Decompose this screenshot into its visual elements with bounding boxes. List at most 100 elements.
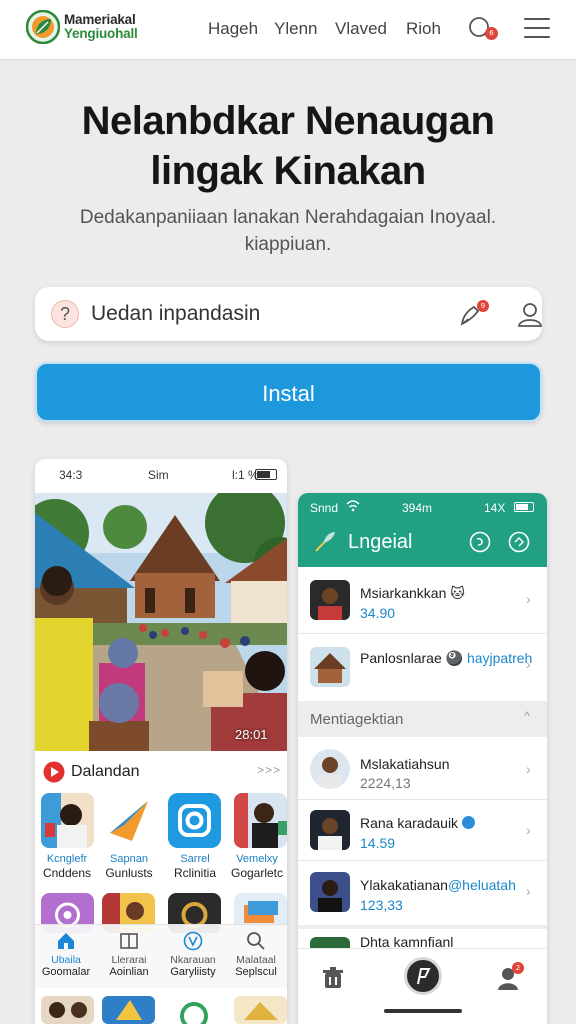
chat-button[interactable]: 6 bbox=[468, 16, 498, 44]
nav-link-2[interactable]: Ylenn bbox=[274, 19, 317, 39]
app-label-2: Sapnan Gunlusts bbox=[98, 852, 160, 880]
list-item-meta: 123,33 bbox=[360, 897, 403, 913]
app-tile-row3-4[interactable] bbox=[234, 996, 287, 1024]
app-tile-1-person-photo[interactable] bbox=[41, 793, 94, 848]
list-item-thumbnail bbox=[310, 647, 350, 687]
nav-link-1[interactable]: Hageh bbox=[208, 19, 258, 39]
bottom-nav-home-line1: Ubaila bbox=[51, 954, 81, 966]
nav-link-4[interactable]: Rioh bbox=[406, 19, 441, 39]
bottom-nav-item-library[interactable]: Llerarai Aoinlian bbox=[98, 931, 160, 978]
app-label-3: Sarrel Rclinitia bbox=[164, 852, 226, 880]
compose-button[interactable] bbox=[404, 957, 442, 995]
home-icon bbox=[58, 933, 74, 949]
app-label-1-line2: Cnddens bbox=[42, 866, 92, 880]
video-title[interactable]: Dalandan bbox=[71, 763, 140, 781]
app-tile-4-person-photo[interactable] bbox=[234, 793, 287, 848]
list-item[interactable]: Mslakatiahsun 2224,13 › bbox=[298, 739, 547, 799]
page-subtitle: Dedakanpaniiaan lanakan Nerahdagaian Ino… bbox=[79, 207, 497, 255]
status-right-text: 14X bbox=[484, 501, 506, 515]
avatar bbox=[310, 872, 350, 912]
list-item[interactable]: Msiarkankkan 🐱 34.90 › bbox=[298, 567, 547, 633]
app-label-1: Kcnglefr Cnddens bbox=[36, 852, 98, 880]
profile-button[interactable]: 2 bbox=[496, 962, 524, 991]
app-label-1-line1: Kcnglefr bbox=[46, 853, 88, 865]
list-item-meta: 34.90 bbox=[360, 605, 396, 621]
quill-icon[interactable] bbox=[312, 529, 338, 555]
bottom-nav-search-line2: Seplscul bbox=[235, 966, 277, 978]
app-title: Lngeial bbox=[348, 531, 413, 553]
user-profile-icon[interactable] bbox=[516, 301, 544, 329]
home-indicator bbox=[384, 1009, 462, 1013]
bottom-nav-v-line2: Garyliisty bbox=[170, 966, 216, 978]
bottom-nav-v-line1: Nkarauan bbox=[170, 954, 216, 966]
app-label-3-line1: Sarrel bbox=[180, 853, 210, 865]
section-header[interactable]: Mentiagektian ^ bbox=[298, 701, 547, 737]
list-item-link[interactable]: hayjpatreh bbox=[467, 650, 532, 666]
bottom-nav-item-search[interactable]: Malataal Seplscul bbox=[225, 931, 287, 978]
search-input[interactable]: Uedan inpandasin bbox=[91, 302, 260, 326]
list-item-name: Panlosnlarae 🎱 hayjpatreh bbox=[360, 650, 532, 667]
status-carrier: Sim bbox=[148, 468, 169, 482]
battery-icon bbox=[255, 469, 277, 480]
profile-badge: 2 bbox=[512, 962, 524, 974]
paper-plane-icon[interactable] bbox=[102, 793, 155, 848]
avatar bbox=[310, 810, 350, 850]
app-tile-row3-1[interactable] bbox=[41, 996, 94, 1024]
message-icon[interactable] bbox=[469, 531, 491, 553]
list-item-name-text: Rana karadauik bbox=[360, 815, 459, 831]
app-tile-row3-3[interactable] bbox=[168, 996, 221, 1024]
trash-icon[interactable] bbox=[320, 965, 346, 991]
app-label-4-line2: Gogarletc bbox=[230, 866, 284, 880]
app-header: Snnd 394m 14X Lngeial bbox=[298, 493, 547, 567]
app-label-4-line1: Vemelxy bbox=[236, 853, 278, 865]
hamburger-menu-icon[interactable] bbox=[524, 18, 550, 40]
list-item-handle[interactable]: @heluatah bbox=[448, 877, 516, 893]
bottom-nav-item-v[interactable]: Nkarauan Garyliisty bbox=[162, 931, 224, 978]
verified-badge-icon bbox=[461, 816, 475, 829]
more-link[interactable]: >>> bbox=[257, 763, 281, 777]
bottom-nav-item-home[interactable]: Ubaila Goomalar bbox=[35, 931, 97, 978]
install-button[interactable]: Instal bbox=[35, 362, 542, 422]
brand-name[interactable]: Mameriakal Yengiuohall bbox=[64, 13, 138, 41]
list-item[interactable]: Panlosnlarae 🎱 hayjpatreh › bbox=[298, 634, 547, 700]
wifi-icon bbox=[346, 500, 360, 512]
status-signal-right: Snnd bbox=[310, 501, 339, 515]
app-label-3-line2: Rclinitia bbox=[173, 866, 216, 880]
app-label-4: Vemelxy Gogarletc bbox=[226, 852, 287, 880]
status-bar-right: Snnd 394m 14X bbox=[298, 493, 547, 521]
nav-link-3[interactable]: Vlaved bbox=[335, 19, 387, 39]
chevron-right-icon: › bbox=[526, 883, 531, 899]
status-bar: 34:3 Sim l:1 % bbox=[35, 459, 287, 493]
bottom-nav-library-line1: Llerarai bbox=[111, 954, 147, 966]
battery-icon-right bbox=[514, 502, 534, 512]
list-item-name-text: Ylakakatianan bbox=[360, 877, 448, 893]
camera-icon[interactable] bbox=[168, 793, 221, 848]
chevron-up-icon: ^ bbox=[524, 709, 530, 723]
list-item-name: Mslakatiahsun bbox=[360, 756, 450, 772]
list-item-name: Msiarkankkan 🐱 bbox=[360, 585, 465, 602]
list-item[interactable]: Dhta kamnfianl bbox=[298, 929, 547, 949]
emoji-icon: 🎱 bbox=[445, 650, 464, 666]
help-icon[interactable]: ? bbox=[51, 300, 79, 328]
leaf-logo-icon[interactable] bbox=[26, 10, 60, 44]
village-photo[interactable] bbox=[35, 493, 287, 751]
brand-name-top: Mameriakal bbox=[64, 12, 136, 27]
chevron-right-icon: › bbox=[526, 822, 531, 838]
list-item[interactable]: Ylakakatianan@heluatah 123,33 › bbox=[298, 861, 547, 923]
search-icon bbox=[247, 932, 265, 950]
play-icon[interactable] bbox=[43, 761, 65, 783]
pen-nib-icon bbox=[417, 968, 431, 985]
list-item-name: Rana karadauik bbox=[360, 815, 475, 831]
status-time-right: 394m bbox=[402, 501, 433, 515]
bottom-nav-search-line1: Malataal bbox=[236, 954, 276, 966]
app-tile-row3-2[interactable] bbox=[102, 996, 155, 1024]
list-item[interactable]: Rana karadauik 14.59 › bbox=[298, 800, 547, 860]
chat-badge: 6 bbox=[485, 27, 498, 40]
settings-icon[interactable] bbox=[508, 531, 530, 553]
search-bar[interactable]: ? Uedan inpandasin 9 bbox=[35, 287, 544, 341]
bottom-nav-left: Ubaila Goomalar Llerarai Aoinlian Nkarau… bbox=[35, 924, 287, 988]
list-item-name-text: Msiarkankkan bbox=[360, 585, 447, 601]
pen-button[interactable]: 9 bbox=[457, 299, 491, 331]
pen-badge: 9 bbox=[477, 300, 489, 312]
list-item-name: Dhta kamnfianl bbox=[360, 934, 454, 949]
